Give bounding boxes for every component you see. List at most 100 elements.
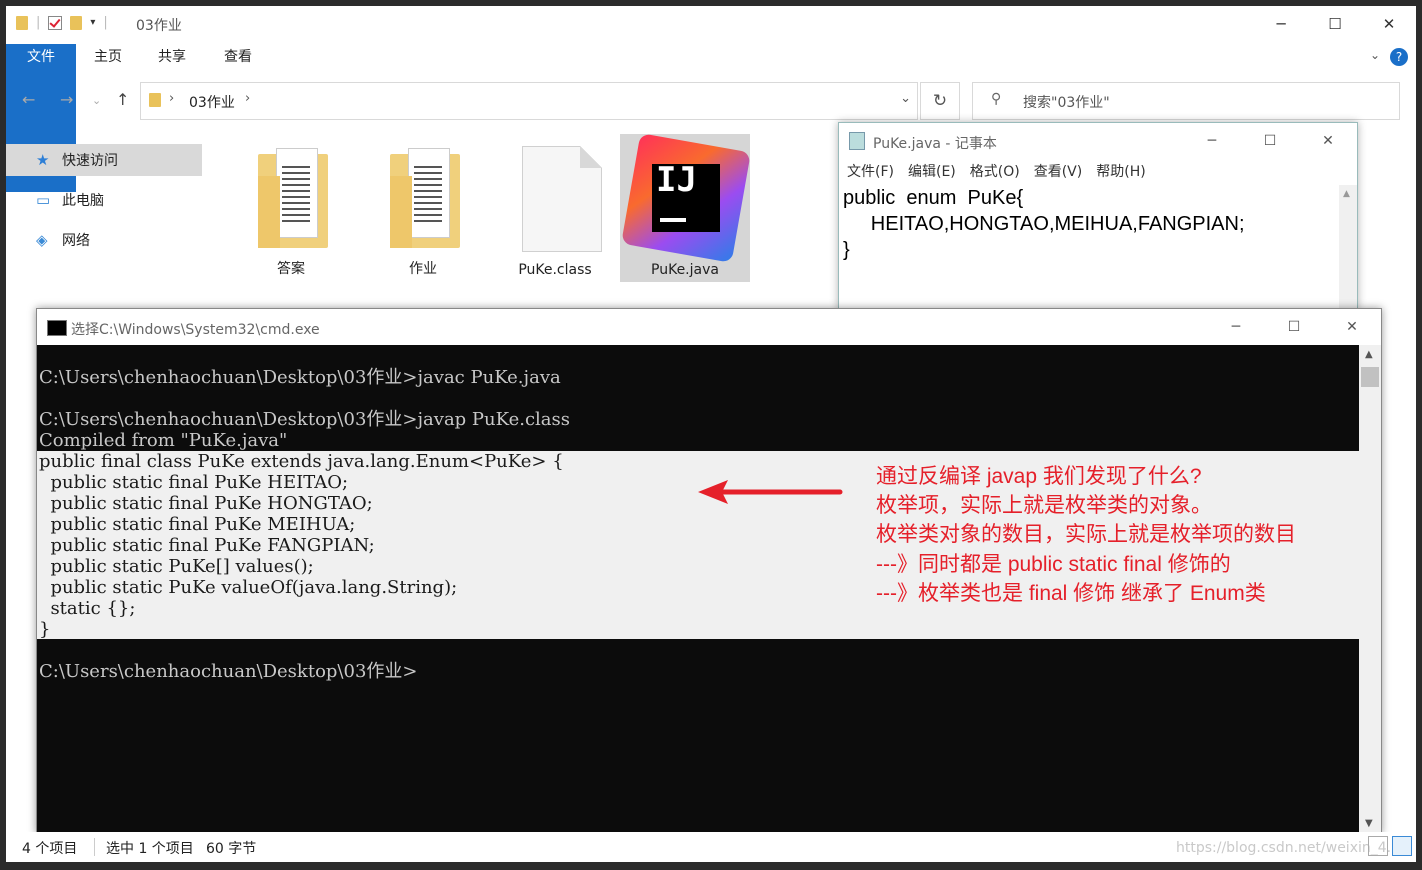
- cmd-titlebar: 选择C:\Windows\System32\cmd.exe ─ ☐ ✕: [37, 309, 1381, 345]
- explorer-titlebar: | ▾ | 03作业 ─ ☐ ✕: [6, 6, 1416, 42]
- annotation-line: 枚举类对象的数目，实际上就是枚举项的数目: [876, 523, 1296, 546]
- sidebar-item-network[interactable]: ◈ 网络: [6, 224, 202, 256]
- folder-icon[interactable]: [16, 15, 28, 30]
- selected-count: 选中 1 个项目: [106, 841, 194, 857]
- new-folder-icon[interactable]: [70, 15, 83, 30]
- tab-share[interactable]: 共享: [146, 44, 198, 70]
- close-button[interactable]: ✕: [1362, 6, 1416, 42]
- window-controls: ─ ☐ ✕: [1254, 6, 1416, 42]
- file-name: PuKe.class: [518, 262, 592, 278]
- large-icons-view-icon[interactable]: [1392, 836, 1412, 856]
- file-icon: [522, 146, 602, 252]
- file-name: 答案: [277, 261, 305, 277]
- search-icon: ⚲: [991, 91, 1002, 107]
- intellij-icon: IJ: [621, 133, 751, 263]
- maximize-button[interactable]: ☐: [1308, 6, 1362, 42]
- properties-icon[interactable]: [48, 15, 63, 30]
- scroll-down-icon[interactable]: ▼: [1365, 818, 1373, 829]
- file-name: PuKe.java: [651, 262, 719, 278]
- sidebar-item-quick-access[interactable]: ★ 快速访问: [6, 144, 202, 176]
- menu-file[interactable]: 文件(F): [847, 161, 894, 185]
- sidebar-item-this-pc[interactable]: ▭ 此电脑: [6, 184, 202, 216]
- vertical-scrollbar[interactable]: ▲ ▼: [1359, 345, 1381, 833]
- menu-help[interactable]: 帮助(H): [1096, 161, 1145, 185]
- folder-icon: [390, 148, 460, 248]
- status-bar: 4 个项目 选中 1 个项目 60 字节 https://blog.csdn.n…: [6, 832, 1416, 862]
- annotation-line: ---》同时都是 public static final 修饰的: [876, 553, 1231, 576]
- network-icon: ◈: [36, 231, 48, 249]
- up-button[interactable]: ↑: [116, 90, 129, 109]
- search-box[interactable]: ⚲ 搜索"03作业": [972, 82, 1400, 120]
- console-line: C:\Users\chenhaochuan\Desktop\03作业>javac…: [39, 367, 561, 388]
- console-line: C:\Users\chenhaochuan\Desktop\03作业>javap…: [39, 409, 571, 430]
- refresh-button[interactable]: ↻: [920, 82, 960, 120]
- breadcrumb-chevron-icon[interactable]: ›: [245, 91, 250, 106]
- console-line: public static PuKe valueOf(java.lang.Str…: [39, 577, 458, 598]
- editor-line: public enum PuKe{: [843, 187, 1024, 209]
- close-button[interactable]: ✕: [1323, 309, 1381, 345]
- folder-icon: [149, 93, 161, 107]
- console-line: public static final PuKe MEIHUA;: [39, 514, 356, 535]
- file-item-homework[interactable]: 作业: [358, 134, 488, 282]
- maximize-button[interactable]: ☐: [1265, 309, 1323, 345]
- window-controls: ─ ☐ ✕: [1207, 309, 1381, 345]
- recent-locations-icon[interactable]: ⌄: [92, 94, 101, 107]
- tab-home[interactable]: 主页: [82, 44, 134, 70]
- scroll-up-icon[interactable]: ▲: [1343, 189, 1350, 199]
- notepad-menubar: 文件(F) 编辑(E) 格式(O) 查看(V) 帮助(H): [839, 161, 1146, 185]
- minimize-button[interactable]: ─: [1183, 123, 1241, 159]
- notepad-editor[interactable]: public enum PuKe{ HEITAO,HONGTAO,MEIHUA,…: [839, 185, 1339, 309]
- address-dropdown-icon[interactable]: ⌄: [900, 91, 911, 106]
- close-button[interactable]: ✕: [1299, 123, 1357, 159]
- menu-format[interactable]: 格式(O): [970, 161, 1020, 185]
- tab-view[interactable]: 查看: [212, 44, 264, 70]
- console-line: }: [39, 619, 51, 640]
- menu-edit[interactable]: 编辑(E): [908, 161, 956, 185]
- search-placeholder: 搜索"03作业": [1023, 95, 1110, 111]
- console-line: public static PuKe[] values();: [39, 556, 314, 577]
- star-icon: ★: [36, 151, 50, 169]
- console-line: public static final PuKe HEITAO;: [39, 472, 349, 493]
- cmd-icon: [47, 320, 67, 336]
- menu-view[interactable]: 查看(V): [1034, 161, 1083, 185]
- console-line: Compiled from "PuKe.java": [39, 430, 288, 451]
- file-item-answers[interactable]: 答案: [226, 134, 356, 282]
- ribbon-tabs: 文件 主页 共享 查看 ⌄ ?: [6, 44, 1416, 192]
- vertical-scrollbar[interactable]: ▲: [1339, 185, 1357, 309]
- notepad-icon: [849, 132, 865, 150]
- details-view-icon[interactable]: [1368, 836, 1388, 856]
- minimize-button[interactable]: ─: [1254, 6, 1308, 42]
- breadcrumb-current[interactable]: 03作业: [189, 92, 235, 112]
- customize-dropdown-icon[interactable]: ▾: [90, 17, 95, 28]
- window-title: 03作业: [136, 18, 182, 34]
- notepad-window: PuKe.java - 记事本 ─ ☐ ✕ 文件(F) 编辑(E) 格式(O) …: [838, 122, 1358, 310]
- file-item-puke-class[interactable]: PuKe.class: [490, 134, 620, 282]
- annotation-line: 枚举项，实际上就是枚举类的对象。: [876, 494, 1212, 517]
- breadcrumb-chevron-icon[interactable]: ›: [169, 91, 174, 106]
- view-switcher: [1368, 836, 1412, 856]
- maximize-button[interactable]: ☐: [1241, 123, 1299, 159]
- cmd-title: 选择C:\Windows\System32\cmd.exe: [71, 322, 320, 338]
- back-button[interactable]: ←: [22, 90, 35, 109]
- console-line: public static final PuKe HONGTAO;: [39, 493, 373, 514]
- expand-ribbon-icon[interactable]: ⌄: [1370, 48, 1380, 62]
- annotation-arrow: [698, 480, 843, 504]
- annotation-line: 通过反编译 javap 我们发现了什么?: [876, 465, 1202, 488]
- forward-button[interactable]: →: [60, 90, 73, 109]
- minimize-button[interactable]: ─: [1207, 309, 1265, 345]
- watermark: https://blog.csdn.net/weixin_4...: [1175, 840, 1400, 856]
- file-item-puke-java[interactable]: IJ PuKe.java: [620, 133, 751, 282]
- console-line: public static final PuKe FANGPIAN;: [39, 535, 375, 556]
- navigation-pane: ★ 快速访问 ▭ 此电脑 ◈ 网络: [6, 144, 202, 264]
- window-controls: ─ ☐ ✕: [1183, 123, 1357, 159]
- scroll-up-icon[interactable]: ▲: [1365, 349, 1373, 360]
- console-prompt: C:\Users\chenhaochuan\Desktop\03作业>: [39, 661, 418, 682]
- computer-icon: ▭: [36, 191, 51, 209]
- notepad-titlebar: PuKe.java - 记事本 ─ ☐ ✕: [839, 123, 1357, 159]
- scrollbar-thumb[interactable]: [1361, 367, 1379, 387]
- help-icon[interactable]: ?: [1390, 48, 1408, 66]
- navigation-bar: ← → ⌄ ↑ › 03作业 › ⌄ ↻ ⚲ 搜索"03作业": [6, 80, 1416, 120]
- annotation-line: ---》枚举类也是 final 修饰 继承了 Enum类: [876, 582, 1266, 605]
- console-line: static {};: [39, 598, 136, 619]
- address-bar[interactable]: › 03作业 › ⌄: [140, 82, 918, 120]
